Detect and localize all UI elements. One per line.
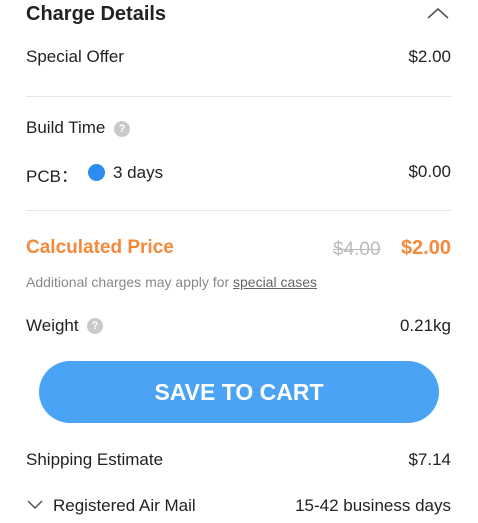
shipping-duration: 15-42 business days [295, 496, 451, 515]
shipping-estimate-label: Shipping Estimate [26, 450, 164, 469]
page-title: Charge Details [26, 3, 167, 25]
save-to-cart-button[interactable]: SAVE TO CART [39, 361, 439, 423]
pcb-price: $0.00 [408, 162, 451, 181]
radio-selected[interactable] [88, 164, 105, 181]
charge-details-header[interactable]: Charge Details [0, 0, 478, 30]
chevron-up-icon[interactable] [425, 4, 451, 22]
special-cases-link[interactable]: special cases [233, 274, 317, 290]
shipping-method-toggle[interactable]: Registered Air Mail [26, 492, 226, 518]
weight-value: 0.21kg [399, 316, 451, 335]
additional-charges-note: Additional charges may apply for special… [26, 274, 317, 290]
pcb-option-3-days[interactable]: 3 days [88, 160, 188, 184]
note-text: Additional charges may apply for [26, 274, 233, 290]
pcb-label: PCB： [26, 167, 78, 186]
special-offer-value: $2.00 [408, 47, 451, 66]
weight-label: Weight [26, 316, 79, 335]
build-time-label: Build Time [26, 118, 106, 137]
calculated-price-label: Calculated Price [26, 237, 174, 258]
divider [26, 96, 452, 97]
divider [26, 210, 452, 211]
question-icon[interactable]: ? [114, 121, 130, 137]
shipping-method-label: Registered Air Mail [53, 496, 196, 515]
discounted-price: $2.00 [400, 237, 451, 259]
shipping-estimate-value: $7.14 [408, 450, 451, 469]
special-offer-label: Special Offer [26, 47, 124, 66]
original-price: $4.00 [333, 239, 381, 260]
save-to-cart-label: SAVE TO CART [154, 379, 324, 405]
chevron-down-icon[interactable] [26, 497, 44, 511]
pcb-option-label: 3 days [113, 163, 164, 182]
question-icon[interactable]: ? [87, 318, 103, 334]
